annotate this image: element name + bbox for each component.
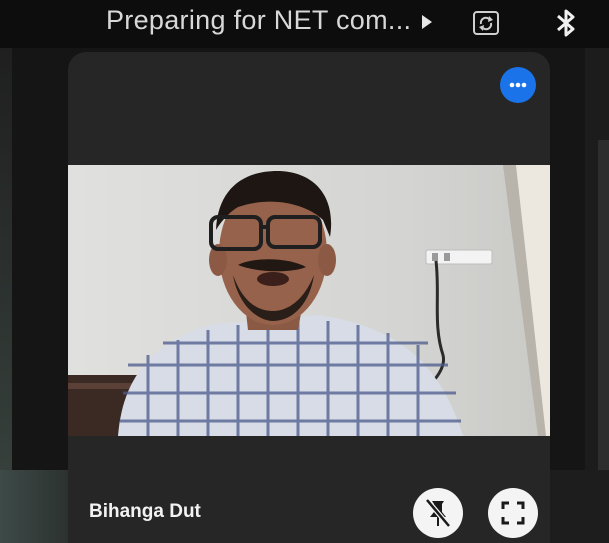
play-arrow-icon[interactable]: [420, 13, 434, 31]
more-options-button[interactable]: [500, 67, 536, 103]
participant-video[interactable]: [68, 165, 550, 436]
fullscreen-button[interactable]: [488, 488, 538, 538]
participant-name-label: Bihanga Dut: [89, 501, 201, 522]
unpin-button[interactable]: [413, 488, 463, 538]
top-bar: Preparing for NET com...: [0, 0, 609, 48]
more-horizontal-icon: [509, 82, 527, 88]
screen-rotation-icon[interactable]: [470, 7, 502, 39]
video-frame: [68, 165, 550, 436]
fullscreen-icon: [501, 501, 525, 525]
bluetooth-icon: [557, 9, 575, 37]
left-edge-background: [0, 48, 12, 543]
meeting-title[interactable]: Preparing for NET com...: [106, 5, 411, 36]
pin-off-icon: [425, 498, 451, 528]
